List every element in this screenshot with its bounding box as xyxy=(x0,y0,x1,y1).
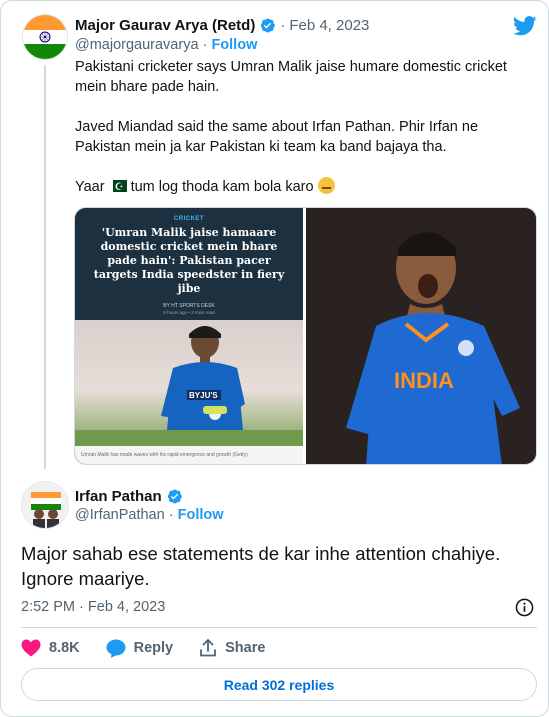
reply-button[interactable]: Reply xyxy=(106,639,174,658)
tweet-text-yaar: Yaar xyxy=(75,179,105,195)
photo-caption: Umran Malik has made waves with his rapi… xyxy=(75,446,303,464)
news-header: CRICKET 'Umran Malik jaise hamaare domes… xyxy=(75,208,303,320)
reply-handle-row: @IrfanPathan · Follow xyxy=(75,507,224,525)
tweet-media-grid[interactable]: CRICKET 'Umran Malik jaise hamaare domes… xyxy=(74,207,537,465)
tweet-text-paragraph-1: Pakistani cricketer says Umran Malik jai… xyxy=(75,59,507,95)
reply-tweet-header: Irfan Pathan xyxy=(75,486,183,506)
tweet-text-paragraph-2: Javed Miandad said the same about Irfan … xyxy=(75,119,479,155)
jersey-sponsor-text: BYJU'S xyxy=(189,391,218,400)
parent-handle-row: @majorgauravarya · Follow xyxy=(75,37,257,55)
news-headline: 'Umran Malik jaise hamaare domestic cric… xyxy=(93,226,285,295)
author-name[interactable]: Major Gaurav Arya (Retd) xyxy=(75,17,255,34)
parent-tweet-header: Major Gaurav Arya (Retd) · Feb 4, 2023 xyxy=(75,15,369,35)
reply-date: Feb 4, 2023 xyxy=(87,599,166,615)
embedded-tweet-card: Major Gaurav Arya (Retd) · Feb 4, 2023 @… xyxy=(0,0,549,717)
tweet-text-paragraph-3: Yaar tum log thoda kam bola karo xyxy=(75,177,535,198)
news-screenshot-image[interactable]: CRICKET 'Umran Malik jaise hamaare domes… xyxy=(75,208,303,464)
pakistan-flag-icon xyxy=(108,178,127,198)
handle-separator: · xyxy=(168,507,174,523)
reply-bubble-icon xyxy=(106,639,126,658)
ashoka-chakra-icon xyxy=(39,31,51,43)
verified-badge-icon xyxy=(261,18,276,32)
reply-timestamp[interactable]: 2:52 PM · Feb 4, 2023 xyxy=(21,599,165,615)
reply-label: Reply xyxy=(133,640,174,656)
news-byline: BY HT SPORTS DESK xyxy=(163,303,215,309)
like-count: 8.8K xyxy=(49,640,80,656)
reply-follow-button[interactable]: Follow xyxy=(178,507,224,523)
reply-author-handle[interactable]: @IrfanPathan xyxy=(75,507,165,523)
share-button[interactable]: Share xyxy=(199,639,265,657)
avatar-image-icon xyxy=(22,482,68,528)
thread-connector-line xyxy=(44,65,46,469)
like-button[interactable]: 8.8K xyxy=(21,639,80,657)
verified-badge-icon xyxy=(167,489,182,503)
jersey-india-text: INDIA xyxy=(394,368,454,393)
news-category: CRICKET xyxy=(173,216,205,222)
author-handle[interactable]: @majorgauravarya xyxy=(75,37,199,53)
umran-malik-photo: BYJU'S xyxy=(75,320,303,448)
irfan-pathan-photo[interactable]: INDIA xyxy=(306,208,536,464)
tweet-actions-bar: 8.8K Reply Share xyxy=(21,637,291,659)
reply-author-name[interactable]: Irfan Pathan xyxy=(75,488,162,505)
irfan-pathan-avatar[interactable] xyxy=(21,481,69,529)
share-label: Share xyxy=(225,640,266,656)
reply-tweet-text: Major sahab ese statements de kar inhe a… xyxy=(21,543,501,589)
time-separator: · xyxy=(79,599,84,615)
zipper-mouth-face-icon xyxy=(317,177,335,194)
tweet-text-ending: tum log thoda kam bola karo xyxy=(130,179,314,195)
header-separator: · xyxy=(280,16,286,34)
cricketer-figure-icon: BYJU'S xyxy=(75,326,303,448)
cricketer-shouting-figure-icon: INDIA xyxy=(306,208,536,464)
read-replies-button[interactable]: Read 302 replies xyxy=(21,668,537,701)
heart-icon xyxy=(21,639,41,657)
parent-tweet-text: Pakistani cricketer says Umran Malik jai… xyxy=(75,57,535,198)
twitter-bird-icon[interactable] xyxy=(513,16,537,36)
major-arya-avatar[interactable] xyxy=(22,14,68,60)
reply-time: 2:52 PM xyxy=(21,599,75,615)
handle-separator: · xyxy=(202,37,208,53)
news-meta: 5 hours ago • 3 mins read xyxy=(163,310,215,315)
share-upload-icon xyxy=(200,639,217,657)
actions-divider xyxy=(21,627,537,628)
follow-button[interactable]: Follow xyxy=(211,37,257,53)
info-icon[interactable] xyxy=(515,598,534,617)
tweet-date[interactable]: Feb 4, 2023 xyxy=(289,17,369,34)
